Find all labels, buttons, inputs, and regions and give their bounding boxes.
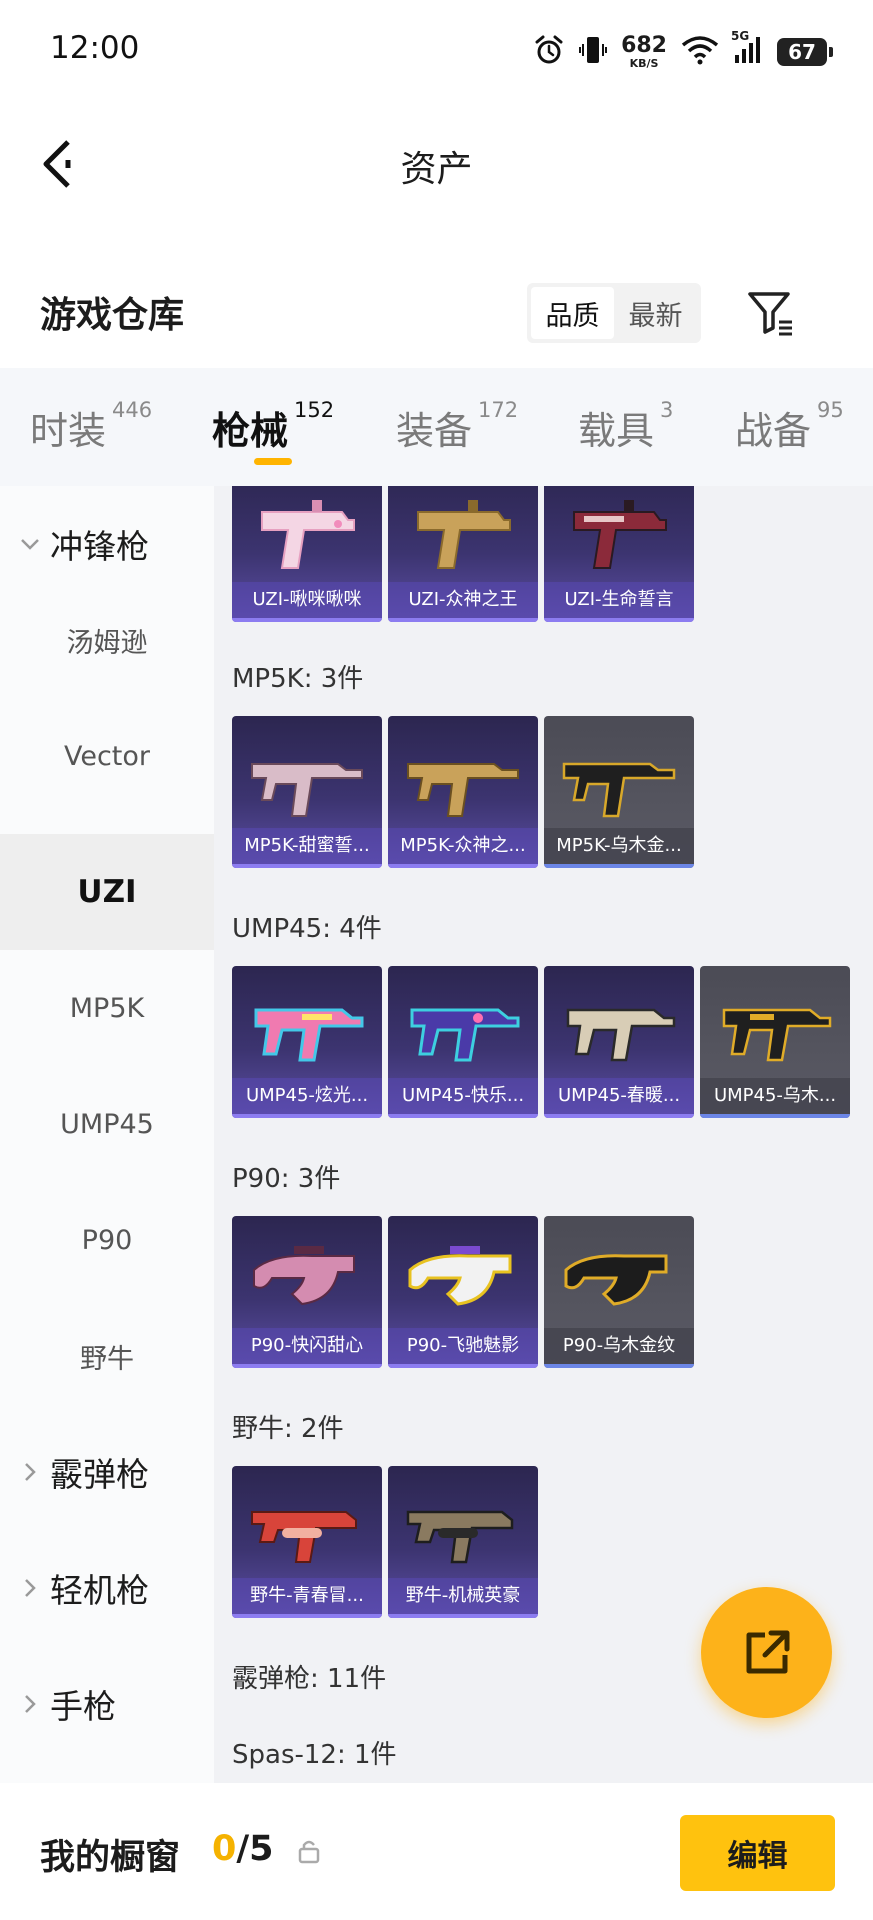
skin-card[interactable]: UMP45-乌木... (700, 966, 850, 1118)
tab-firearms[interactable]: 枪械 152 (212, 398, 334, 455)
chevron-right-icon (18, 1692, 42, 1716)
skin-card[interactable]: 野牛-机械英豪 (388, 1466, 538, 1618)
battery-icon: 67 (777, 38, 833, 66)
tab-equipment[interactable]: 装备 172 (396, 398, 518, 455)
page-title: 资产 (400, 149, 473, 190)
vibrate-icon (579, 34, 608, 70)
skin-card[interactable]: P90-乌木金纹 (544, 1216, 694, 1368)
category-tabs: 时装 446 枪械 152 装备 172 载具 3 战备 95 (0, 368, 873, 486)
sort-option-quality[interactable]: 品质 (531, 287, 614, 339)
lock-icon (298, 1840, 320, 1864)
share-fab[interactable] (701, 1587, 832, 1718)
signal-icon: 5G (731, 29, 763, 69)
skin-card[interactable]: UZI-啾咪啾咪 (232, 486, 382, 622)
alarm-icon (533, 34, 565, 70)
bizon-skin-image (406, 1510, 514, 1564)
ump45-skin-image (254, 1008, 364, 1062)
ump45-skin-image (410, 1008, 520, 1062)
tab-supplies[interactable]: 战备 95 (735, 398, 844, 455)
sidebar-item-p90[interactable]: P90 (0, 1182, 214, 1298)
sidebar-item-mp5k[interactable]: MP5K (0, 950, 214, 1066)
share-external-icon (746, 1630, 789, 1673)
status-time: 12:00 (50, 30, 140, 66)
sidebar-group-pistol[interactable]: 手枪 (0, 1646, 214, 1762)
warehouse-row: 游戏仓库 品质 最新 (0, 262, 873, 362)
section-header-p90: P90: 3件 (232, 1164, 341, 1194)
uzi-skin-image (417, 500, 511, 569)
skin-card[interactable]: UMP45-炫光... (232, 966, 382, 1118)
mp5k-skin-image (407, 763, 519, 817)
sidebar-item-uzi[interactable]: UZI (0, 834, 214, 950)
sidebar-item-thompson[interactable]: 汤姆逊 (0, 582, 214, 698)
net-speed: 682 KB/S (621, 33, 667, 70)
filter-button[interactable] (742, 284, 800, 342)
sidebar-group-lmg[interactable]: 轻机枪 (0, 1530, 214, 1646)
status-bar: 12:00 682 KB/S 5G 67 (0, 0, 873, 104)
sidebar-item-vector[interactable]: Vector (0, 698, 214, 814)
skin-card[interactable]: 野牛-青春冒... (232, 1466, 382, 1618)
chevron-right-icon (18, 1460, 42, 1484)
section-header-bizon: 野牛: 2件 (232, 1414, 344, 1444)
mp5k-skin-image (562, 762, 676, 818)
skin-card[interactable]: P90-快闪甜心 (232, 1216, 382, 1368)
skin-card[interactable]: UMP45-快乐... (388, 966, 538, 1118)
section-header-spas12: Spas-12: 1件 (232, 1740, 397, 1770)
ump45-skin-image (566, 1008, 676, 1062)
warehouse-title: 游戏仓库 (40, 295, 185, 336)
skin-card[interactable]: UZI-众神之王 (388, 486, 538, 622)
wifi-icon (681, 35, 719, 69)
skin-card[interactable]: UMP45-春暖... (544, 966, 694, 1118)
chevron-down-icon (18, 532, 42, 556)
sidebar-group-shotgun[interactable]: 霰弹枪 (0, 1414, 214, 1530)
section-header-mp5k: MP5K: 3件 (232, 664, 364, 694)
skin-card[interactable]: MP5K-众神之... (388, 716, 538, 868)
showcase-title: 我的橱窗 (40, 1838, 181, 1878)
sort-toggle: 品质 最新 (527, 283, 701, 343)
section-header-ump45: UMP45: 4件 (232, 914, 382, 944)
app-header: 资产 (0, 104, 873, 224)
skin-card[interactable]: UZI-生命誓言 (544, 486, 694, 622)
sort-option-latest[interactable]: 最新 (614, 287, 697, 339)
edit-button[interactable]: 编辑 (680, 1815, 835, 1891)
tab-active-indicator (254, 458, 292, 465)
chevron-right-icon (18, 1576, 42, 1600)
sidebar-item-bizon[interactable]: 野牛 (0, 1298, 214, 1414)
section-header-shotgun: 霰弹枪: 11件 (232, 1664, 387, 1694)
ump45-skin-image (722, 1008, 832, 1062)
weapon-category-sidebar: 冲锋枪 汤姆逊 Vector UZI MP5K UMP45 P90 野牛 霰弹枪… (0, 486, 214, 1783)
uzi-skin-image (261, 500, 355, 569)
skin-card[interactable]: MP5K-甜蜜誓... (232, 716, 382, 868)
mp5k-skin-image (251, 763, 363, 817)
skin-card[interactable]: MP5K-乌木金... (544, 716, 694, 868)
p90-skin-image (408, 1246, 512, 1306)
bizon-skin-image (251, 1511, 357, 1563)
sidebar-item-ump45[interactable]: UMP45 (0, 1066, 214, 1182)
uzi-skin-image (573, 500, 667, 569)
tab-fashion[interactable]: 时装 446 (30, 398, 152, 455)
skin-card[interactable]: P90-飞驰魅影 (388, 1216, 538, 1368)
status-icons: 682 KB/S 5G 67 (533, 29, 833, 72)
showcase-count: 0/5 (212, 1829, 274, 1869)
p90-skin-image (564, 1254, 668, 1306)
showcase-bar: 我的橱窗 0/5 编辑 (0, 1783, 873, 1920)
p90-skin-image (253, 1246, 355, 1306)
filter-icon (748, 292, 792, 336)
tab-vehicles[interactable]: 载具 3 (578, 398, 673, 455)
